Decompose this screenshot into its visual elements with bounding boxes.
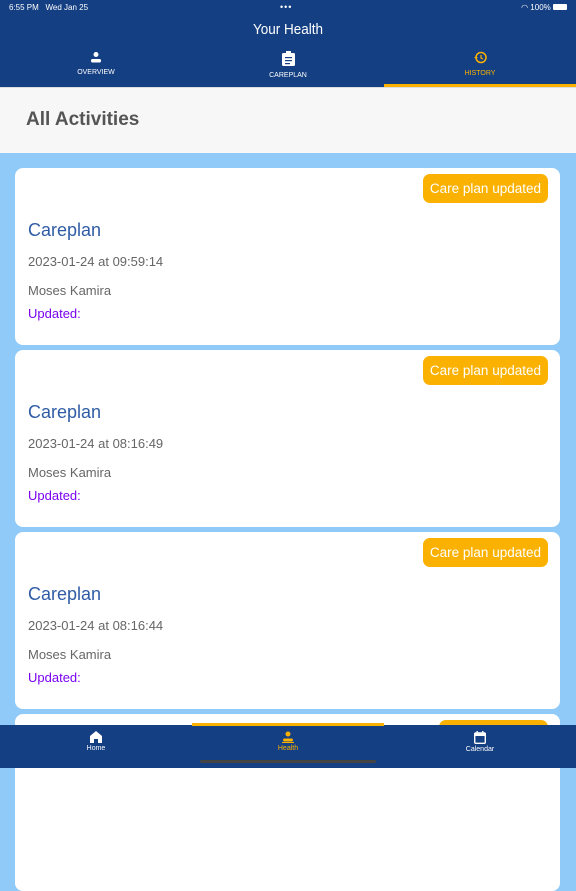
section-header: All Activities bbox=[0, 87, 576, 153]
activity-title: Careplan bbox=[28, 220, 102, 240]
tab-careplan[interactable]: CAREPLAN bbox=[192, 48, 384, 87]
tab-label: HISTORY bbox=[464, 70, 496, 77]
battery-level: 100% bbox=[530, 3, 551, 12]
activity-datetime: 2023-01-24 at 08:16:44 bbox=[28, 618, 164, 633]
tab-label: CAREPLAN bbox=[269, 72, 307, 79]
activity-card[interactable]: Care plan updated Careplan 2023-01-24 at… bbox=[15, 532, 560, 709]
status-badge: Care plan updated bbox=[422, 538, 548, 567]
history-icon bbox=[473, 51, 487, 64]
nav-label: Calendar bbox=[465, 746, 495, 753]
activity-card[interactable]: Care plan updated Careplan 2023-01-24 at… bbox=[15, 350, 560, 527]
wifi-icon: ◠ bbox=[521, 3, 529, 12]
home-icon bbox=[90, 731, 102, 743]
clipboard-icon bbox=[281, 51, 295, 66]
activity-detail: Updated: bbox=[28, 488, 81, 503]
nav-label: Home bbox=[86, 745, 106, 752]
activity-user: Moses Kamira bbox=[28, 283, 112, 298]
status-badge: Care plan updated bbox=[422, 356, 548, 385]
activity-detail: Updated: bbox=[28, 670, 81, 685]
battery-icon bbox=[553, 4, 567, 10]
person-icon bbox=[282, 731, 294, 743]
nav-label: Health bbox=[277, 745, 299, 752]
status-time: 6:55 PM bbox=[9, 3, 39, 12]
activity-detail: Updated: bbox=[28, 306, 81, 321]
nav-calendar[interactable]: Calendar bbox=[384, 725, 576, 768]
activity-title: Careplan bbox=[28, 584, 102, 604]
home-indicator[interactable] bbox=[200, 760, 376, 763]
calendar-icon bbox=[474, 731, 486, 744]
activity-card[interactable]: Care plan updated Careplan 2023-01-24 at… bbox=[15, 168, 560, 345]
multitask-dots-icon[interactable]: ••• bbox=[280, 2, 292, 12]
activity-user: Moses Kamira bbox=[28, 465, 112, 480]
activity-datetime: 2023-01-24 at 09:59:14 bbox=[28, 254, 164, 269]
page-title: Your Health bbox=[252, 21, 324, 38]
person-icon bbox=[91, 52, 101, 63]
app-header: 6:55 PM Wed Jan 25 ◠ 100% ••• Your Healt… bbox=[0, 0, 576, 87]
tab-overview[interactable]: OVERVIEW bbox=[0, 48, 192, 87]
tab-label: OVERVIEW bbox=[77, 69, 115, 76]
status-badge: Care plan updated bbox=[422, 174, 548, 203]
activity-user: Moses Kamira bbox=[28, 647, 112, 662]
status-date: Wed Jan 25 bbox=[45, 3, 89, 12]
nav-home[interactable]: Home bbox=[0, 725, 192, 768]
section-heading: All Activities bbox=[26, 109, 140, 130]
activity-title: Careplan bbox=[28, 402, 102, 422]
tab-history[interactable]: HISTORY bbox=[384, 48, 576, 87]
activity-datetime: 2023-01-24 at 08:16:49 bbox=[28, 436, 164, 451]
